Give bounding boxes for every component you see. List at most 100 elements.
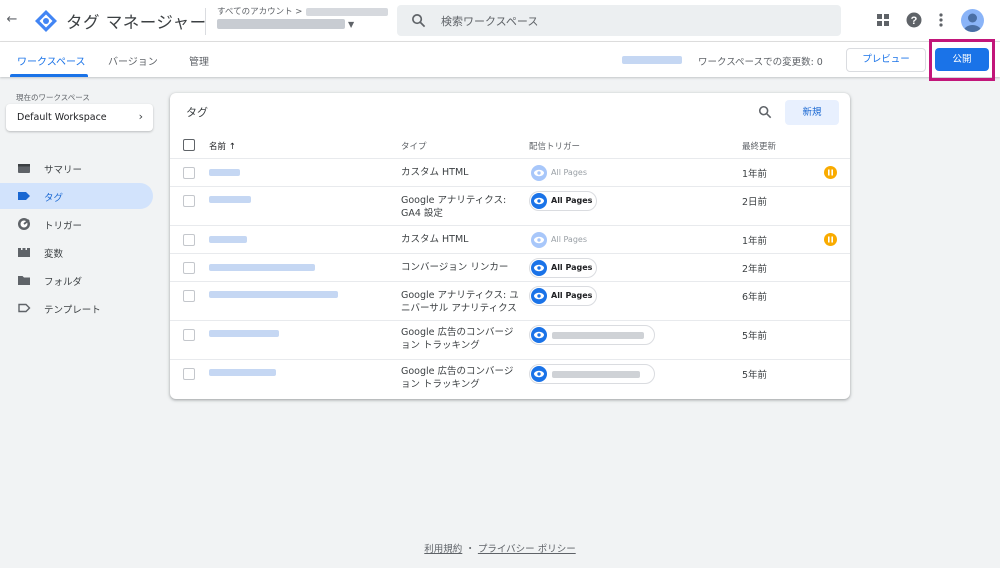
trigger-label: All Pages [551, 291, 593, 300]
column-header-type[interactable]: タイプ [401, 140, 427, 152]
tag-type: Google 広告のコンバージョン トラッキング [401, 327, 514, 351]
row-checkbox[interactable] [183, 368, 195, 380]
svg-text:?: ? [911, 15, 918, 27]
eye-icon [531, 193, 547, 209]
tag-name-redacted[interactable] [209, 236, 247, 243]
eye-icon [531, 260, 547, 276]
trigger-chip[interactable]: All Pages [529, 286, 597, 306]
row-checkbox[interactable] [183, 167, 195, 179]
footer: 利用規約 ・ プライバシー ポリシー [0, 541, 1000, 555]
last-updated: 1年前 [742, 169, 768, 180]
row-checkbox[interactable] [183, 290, 195, 302]
column-header-name[interactable]: 名前 ↑ [209, 140, 236, 152]
table-row[interactable]: カスタム HTML All Pages 1年前 [170, 226, 850, 253]
trigger-chip[interactable]: All Pages [529, 191, 597, 211]
help-icon[interactable]: ? [906, 12, 922, 28]
last-updated: 2年前 [742, 264, 768, 275]
trigger-name-redacted [552, 371, 640, 378]
trigger-chip[interactable]: All Pages [529, 230, 599, 250]
tag-name-redacted[interactable] [209, 369, 276, 376]
tab-versions[interactable]: バージョン [108, 53, 158, 68]
new-tag-button[interactable]: 新規 [785, 100, 839, 125]
trigger-label: All Pages [551, 263, 593, 272]
row-checkbox[interactable] [183, 262, 195, 274]
table-row[interactable]: Google 広告のコンバージョン トラッキング 5年前 [170, 360, 850, 398]
preview-button[interactable]: プレビュー [846, 48, 926, 72]
eye-icon [531, 366, 547, 382]
trigger-label: All Pages [551, 168, 587, 177]
trigger-icon [18, 218, 30, 230]
variables-icon [18, 248, 30, 257]
terms-link[interactable]: 利用規約 [424, 544, 462, 555]
tag-name-redacted[interactable] [209, 330, 279, 337]
dropdown-caret-icon: ▼ [348, 19, 355, 29]
column-header-updated[interactable]: 最終更新 [742, 140, 776, 152]
user-icon [964, 13, 981, 32]
row-checkbox[interactable] [183, 329, 195, 341]
sidebar-item-label: トリガー [44, 221, 83, 232]
tag-name-redacted[interactable] [209, 291, 338, 298]
container-name-redacted [217, 19, 345, 29]
tag-type: Google 広告のコンバージョン トラッキング [401, 366, 514, 390]
trigger-chip[interactable]: All Pages [529, 163, 599, 183]
search-icon[interactable] [758, 105, 772, 119]
container-selector[interactable]: ▼ [217, 19, 362, 33]
divider [205, 8, 206, 35]
trigger-label: All Pages [551, 235, 587, 244]
sidebar-item-summary[interactable]: サマリー [0, 155, 153, 181]
more-vert-icon[interactable] [933, 12, 949, 28]
tag-name-redacted[interactable] [209, 196, 251, 203]
last-updated: 5年前 [742, 370, 768, 381]
template-icon [18, 303, 31, 313]
table-row[interactable]: Google アナリティクス: ユニバーサル アナリティクス All Pages… [170, 282, 850, 320]
workspace-changes-count: ワークスペースでの変更数: 0 [698, 57, 823, 68]
row-checkbox[interactable] [183, 234, 195, 246]
account-breadcrumb[interactable]: すべてのアカウント > [217, 5, 389, 17]
workspace-selector[interactable]: Default Workspace › [6, 104, 153, 131]
column-header-label: 名前 [209, 142, 227, 152]
sidebar-item-triggers[interactable]: トリガー [0, 211, 153, 237]
chevron-right-icon: › [138, 110, 143, 123]
eye-icon [531, 288, 547, 304]
tag-manager-logo-icon [35, 10, 57, 32]
tag-type: カスタム HTML [401, 234, 469, 245]
back-arrow-icon[interactable]: ← [4, 11, 20, 29]
card-title: タグ [186, 106, 208, 119]
tab-admin[interactable]: 管理 [189, 53, 209, 68]
sidebar-item-tags[interactable]: タグ [0, 183, 153, 209]
search-workspace-input[interactable]: 検索ワークスペース [397, 5, 841, 36]
trigger-chip[interactable] [529, 364, 655, 384]
tag-type: カスタム HTML [401, 167, 469, 178]
table-row[interactable]: コンバージョン リンカー All Pages 2年前 [170, 254, 850, 281]
table-row[interactable]: Google アナリティクス: GA4 設定 All Pages 2日前 [170, 187, 850, 225]
account-avatar[interactable] [961, 9, 984, 32]
eye-icon [531, 327, 547, 343]
sidebar-item-templates[interactable]: テンプレート [0, 295, 153, 321]
row-checkbox[interactable] [183, 195, 195, 207]
sidebar-item-variables[interactable]: 変数 [0, 239, 153, 265]
last-updated: 1年前 [742, 236, 768, 247]
tag-name-redacted[interactable] [209, 169, 240, 176]
privacy-policy-link[interactable]: プライバシー ポリシー [478, 544, 576, 555]
table-row[interactable]: Google 広告のコンバージョン トラッキング 5年前 [170, 321, 850, 359]
column-header-trigger[interactable]: 配信トリガー [529, 140, 580, 152]
sidebar-item-label: フォルダ [44, 277, 83, 288]
sidebar-item-folders[interactable]: フォルダ [0, 267, 153, 293]
current-workspace-label: 現在のワークスペース [16, 93, 90, 102]
paused-badge-icon [824, 166, 837, 179]
tab-workspace[interactable]: ワークスペース [17, 53, 86, 68]
apps-grid-icon[interactable] [875, 12, 891, 28]
folder-icon [18, 276, 30, 285]
select-all-checkbox[interactable] [183, 139, 195, 151]
sidebar-item-label: 変数 [44, 249, 64, 260]
trigger-chip[interactable]: All Pages [529, 258, 597, 278]
tag-name-redacted[interactable] [209, 264, 315, 271]
last-updated: 5年前 [742, 331, 768, 342]
trigger-chip[interactable] [529, 325, 655, 345]
publish-button[interactable]: 公開 [935, 48, 989, 71]
tags-card: タグ 新規 名前 ↑ タイプ 配信トリガー 最終更新 カスタム HTML All… [170, 93, 850, 399]
table-row[interactable]: カスタム HTML All Pages 1年前 [170, 159, 850, 186]
last-updated: 2日前 [742, 197, 768, 208]
workspace-tab-bar: ワークスペース バージョン 管理 ワークスペースでの変更数: 0 プレビュー [0, 42, 1000, 77]
search-placeholder: 検索ワークスペース [441, 15, 539, 28]
